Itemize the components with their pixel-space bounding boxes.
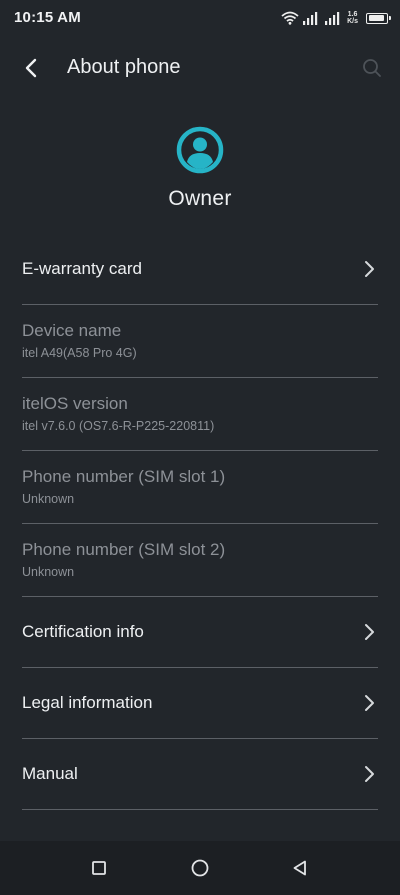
search-icon	[363, 59, 381, 77]
owner-name: Owner	[168, 187, 232, 210]
chevron-right-icon	[365, 624, 374, 640]
back-button[interactable]	[16, 54, 46, 82]
signal-icon	[303, 12, 318, 25]
toolbar: About phone	[0, 44, 400, 92]
home-circle-icon	[191, 859, 209, 877]
legal-information-item[interactable]: Legal information	[22, 668, 378, 739]
network-speed: 1.6 K/s	[347, 11, 358, 25]
status-bar: 10:15 AM 1.6 K/s	[0, 0, 400, 36]
signal-icon	[325, 12, 340, 25]
owner-header[interactable]: Owner	[0, 126, 400, 211]
about-list: E-warranty card Device name itel A49(A58…	[0, 234, 400, 810]
search-button[interactable]	[358, 54, 386, 82]
item-value: Unknown	[22, 492, 75, 506]
back-triangle-icon	[293, 860, 306, 876]
item-label: Legal information	[22, 693, 153, 712]
chevron-right-icon	[365, 766, 374, 782]
item-value: itel A49(A58 Pro 4G)	[22, 346, 137, 360]
chevron-left-icon	[25, 58, 37, 78]
e-warranty-card-item[interactable]: E-warranty card	[22, 234, 378, 305]
os-version-item[interactable]: itelOS version itel v7.6.0 (OS7.6-R-P225…	[22, 378, 378, 451]
item-label: Manual	[22, 764, 78, 783]
phone-number-sim2-item[interactable]: Phone number (SIM slot 2) Unknown	[22, 524, 378, 597]
item-label: E-warranty card	[22, 259, 142, 278]
item-label: itelOS version	[22, 394, 128, 413]
page-title: About phone	[67, 56, 181, 78]
manual-item[interactable]: Manual	[22, 739, 378, 810]
chevron-right-icon	[365, 261, 374, 277]
wifi-icon	[281, 11, 299, 25]
item-label: Certification info	[22, 622, 144, 641]
system-nav-bar	[0, 841, 400, 895]
network-speed-unit: K/s	[347, 18, 358, 25]
status-time: 10:15 AM	[14, 9, 81, 26]
device-name-item[interactable]: Device name itel A49(A58 Pro 4G)	[22, 305, 378, 378]
battery-icon	[366, 12, 391, 24]
battery-level	[368, 15, 384, 21]
certification-info-item[interactable]: Certification info	[22, 597, 378, 668]
item-label: Phone number (SIM slot 1)	[22, 467, 226, 486]
recents-square-icon	[92, 861, 106, 875]
account-circle-icon	[176, 126, 224, 174]
home-button[interactable]	[187, 855, 213, 881]
item-label: Device name	[22, 321, 122, 340]
item-value: itel v7.6.0 (OS7.6-R-P225-220811)	[22, 419, 215, 433]
chevron-right-icon	[365, 695, 374, 711]
back-nav-button[interactable]	[287, 855, 313, 881]
item-value: Unknown	[22, 565, 75, 579]
recents-button[interactable]	[86, 855, 112, 881]
network-speed-value: 1.6	[347, 11, 358, 18]
phone-number-sim1-item[interactable]: Phone number (SIM slot 1) Unknown	[22, 451, 378, 524]
item-label: Phone number (SIM slot 2)	[22, 540, 226, 559]
status-icons: 1.6 K/s	[281, 8, 391, 28]
